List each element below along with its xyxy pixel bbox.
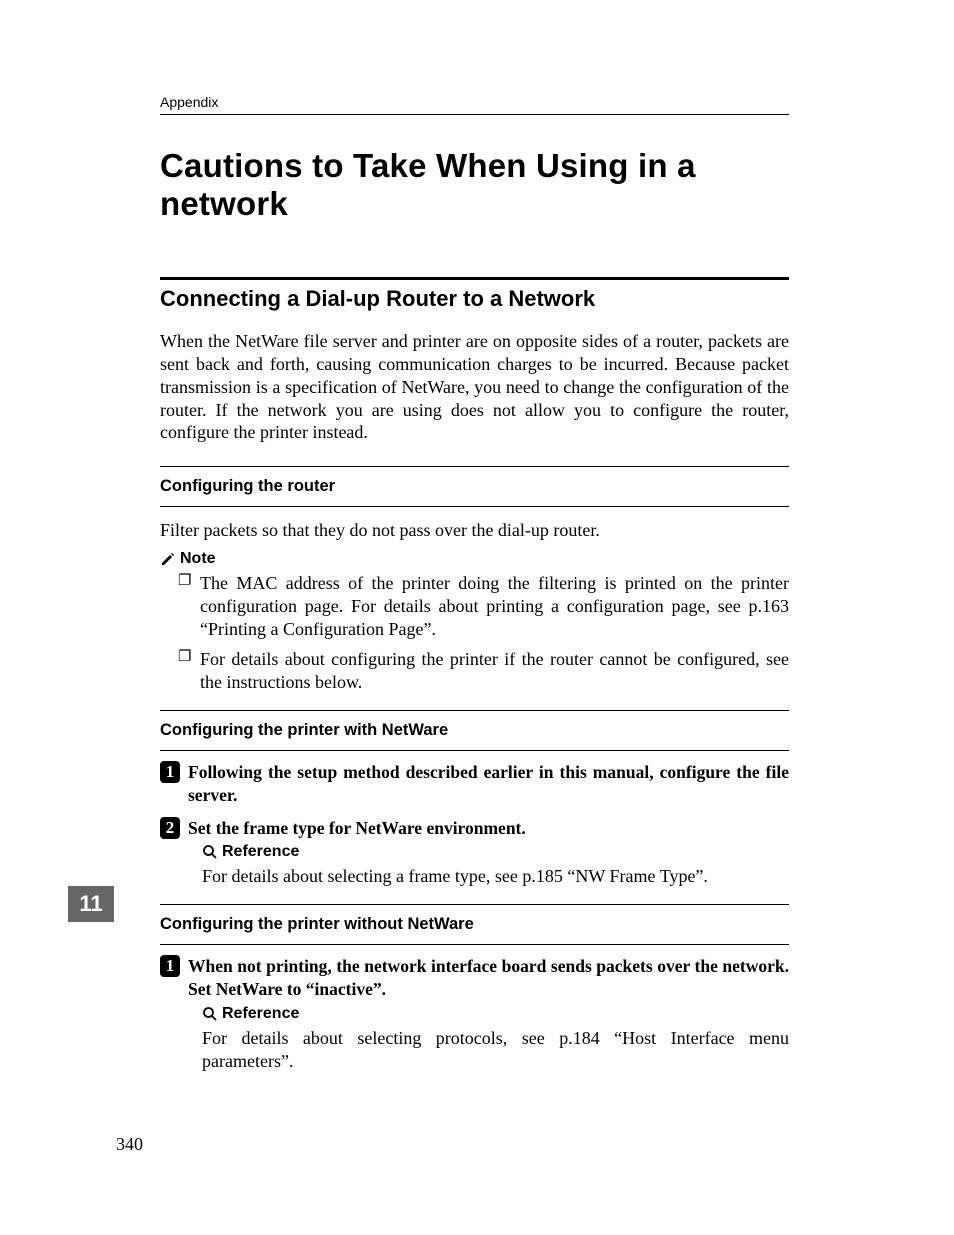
note-list: The MAC address of the printer doing the…	[160, 572, 789, 694]
magnifier-icon	[202, 844, 218, 860]
reference-label-text: Reference	[222, 1005, 299, 1023]
step-text: Set the frame type for NetWare environme…	[188, 817, 789, 840]
reference-body: For details about selecting protocols, s…	[202, 1027, 789, 1073]
page-title: Cautions to Take When Using in a network	[160, 147, 789, 223]
note-label: Note	[160, 550, 789, 568]
rule-heavy	[160, 277, 789, 280]
step-1: 1 When not printing, the network interfa…	[160, 955, 789, 1001]
rule	[160, 710, 789, 711]
rule	[160, 750, 789, 751]
step-1: 1 Following the setup method described e…	[160, 761, 789, 807]
section-heading: Connecting a Dial-up Router to a Network	[160, 286, 789, 312]
rule	[160, 944, 789, 945]
step-badge-icon: 1	[160, 955, 180, 977]
step-text: Following the setup method described ear…	[188, 761, 789, 807]
page-number: 340	[116, 1134, 143, 1155]
magnifier-icon	[202, 1006, 218, 1022]
step-2: 2 Set the frame type for NetWare environ…	[160, 817, 789, 840]
note-item: For details about configuring the printe…	[178, 648, 789, 694]
subhead-with-netware: Configuring the printer with NetWare	[160, 721, 789, 740]
intro-paragraph: When the NetWare file server and printer…	[160, 330, 789, 444]
chapter-tab: 11	[68, 886, 114, 922]
subhead-without-netware: Configuring the printer without NetWare	[160, 915, 789, 934]
subhead-router: Configuring the router	[160, 477, 789, 496]
step-badge-icon: 1	[160, 761, 180, 783]
rule	[160, 904, 789, 905]
router-body: Filter packets so that they do not pass …	[160, 519, 789, 542]
running-head: Appendix	[160, 94, 789, 115]
reference-body: For details about selecting a frame type…	[202, 865, 789, 888]
note-label-text: Note	[180, 550, 216, 568]
step-text: When not printing, the network interface…	[188, 955, 789, 1001]
reference-label: Reference	[202, 1005, 789, 1023]
reference-label-text: Reference	[222, 843, 299, 861]
rule	[160, 466, 789, 467]
rule	[160, 506, 789, 507]
reference-label: Reference	[202, 843, 789, 861]
step-badge-icon: 2	[160, 817, 180, 839]
page: Appendix Cautions to Take When Using in …	[0, 0, 954, 1235]
pencil-icon	[160, 551, 176, 567]
note-item: The MAC address of the printer doing the…	[178, 572, 789, 641]
